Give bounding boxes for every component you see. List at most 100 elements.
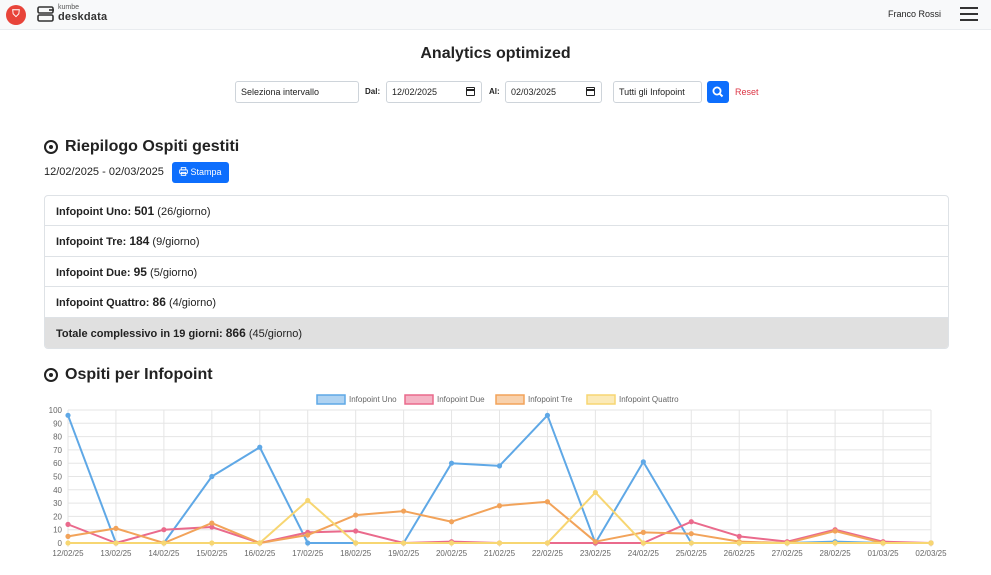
data-point bbox=[401, 508, 407, 514]
y-tick-label: 100 bbox=[49, 406, 63, 415]
x-tick-label: 16/02/25 bbox=[244, 549, 276, 558]
data-point bbox=[688, 540, 694, 546]
search-icon bbox=[712, 86, 724, 98]
legend-swatch bbox=[316, 394, 346, 405]
legend-swatch bbox=[404, 394, 434, 405]
data-point bbox=[544, 412, 551, 418]
data-point bbox=[448, 519, 455, 525]
data-point bbox=[209, 473, 215, 480]
range-select[interactable]: Seleziona intervallo bbox=[235, 81, 359, 103]
data-point bbox=[448, 460, 455, 466]
summary-title: Riepilogo Ospiti gestiti bbox=[65, 138, 240, 155]
data-point bbox=[113, 525, 119, 531]
row-rate: (9/giorno) bbox=[152, 236, 200, 249]
data-point bbox=[784, 540, 790, 546]
line-chart: 0 10 20 30 40 50 60 70 80 90 100 12/02/25 13/02/25 14… bbox=[49, 394, 947, 558]
summary-list: Infopoint Uno: 501 (26/giorno) Infopoint… bbox=[44, 195, 949, 349]
calendar-icon[interactable] bbox=[466, 87, 475, 96]
row-label: Infopoint Uno: bbox=[56, 206, 132, 218]
user-name[interactable]: Franco Rossi bbox=[888, 9, 941, 19]
data-point bbox=[544, 540, 551, 546]
row-value: 95 bbox=[133, 264, 147, 279]
y-tick-label: 40 bbox=[53, 486, 62, 495]
x-tick-label: 18/02/25 bbox=[340, 549, 372, 558]
data-point bbox=[113, 540, 119, 546]
row-label: Infopoint Due: bbox=[56, 266, 131, 279]
app-logo-icon[interactable]: ⛉ bbox=[6, 5, 26, 25]
data-point bbox=[257, 540, 263, 546]
list-item: Infopoint Due: 95 (5/giorno) bbox=[45, 257, 948, 288]
row-label: Infopoint Quattro: bbox=[56, 297, 150, 310]
row-value: 86 bbox=[152, 295, 166, 310]
data-point bbox=[640, 540, 646, 546]
data-point bbox=[65, 540, 71, 546]
data-point bbox=[161, 527, 167, 533]
to-date-input[interactable]: 02/03/2025 bbox=[505, 81, 602, 103]
data-point bbox=[353, 528, 359, 534]
print-button[interactable]: Stampa bbox=[172, 162, 229, 183]
data-point bbox=[688, 531, 694, 537]
menu-hamburger-icon[interactable] bbox=[960, 7, 978, 22]
print-label: Stampa bbox=[190, 167, 222, 177]
row-value: 501 bbox=[134, 204, 155, 218]
data-point bbox=[544, 499, 551, 505]
data-point bbox=[65, 412, 71, 418]
x-tick-label: 02/03/25 bbox=[915, 549, 947, 558]
x-tick-label: 21/02/25 bbox=[484, 549, 516, 558]
summary-heading: Riepilogo Ospiti gestiti bbox=[44, 138, 239, 156]
x-tick-label: 12/02/25 bbox=[52, 549, 84, 558]
y-tick-label: 0 bbox=[58, 539, 63, 548]
data-point bbox=[209, 520, 215, 526]
data-point bbox=[209, 540, 215, 546]
row-label: Infopoint Tre: bbox=[56, 236, 127, 249]
search-button[interactable] bbox=[707, 81, 729, 103]
data-point bbox=[305, 540, 311, 546]
data-point bbox=[353, 540, 359, 546]
data-point bbox=[401, 540, 407, 546]
infopoint-select[interactable]: Tutti gli Infopoint bbox=[613, 81, 702, 103]
data-point bbox=[640, 459, 646, 465]
navbar: ⛉ kumbe deskdata Franco Rossi bbox=[0, 0, 991, 30]
reset-link[interactable]: Reset bbox=[735, 87, 759, 97]
target-icon bbox=[44, 140, 58, 154]
data-point bbox=[496, 503, 503, 509]
x-tick-label: 17/02/25 bbox=[292, 549, 324, 558]
data-point bbox=[305, 532, 311, 538]
x-tick-label: 14/02/25 bbox=[148, 549, 180, 558]
y-tick-label: 10 bbox=[53, 526, 62, 535]
legend-label: Infopoint Uno bbox=[349, 395, 397, 404]
row-rate: (5/giorno) bbox=[150, 266, 198, 279]
to-label: Al: bbox=[489, 87, 500, 96]
y-tick-label: 70 bbox=[53, 446, 62, 455]
row-rate: (4/giorno) bbox=[168, 297, 217, 310]
calendar-icon[interactable] bbox=[586, 87, 595, 96]
data-point bbox=[832, 540, 838, 546]
data-point bbox=[448, 540, 455, 546]
y-tick-label: 60 bbox=[53, 459, 62, 468]
data-point bbox=[640, 529, 646, 535]
data-point bbox=[305, 497, 311, 504]
from-date-input[interactable]: 12/02/2025 bbox=[386, 81, 482, 103]
x-tick-label: 13/02/25 bbox=[100, 549, 132, 558]
data-point bbox=[496, 463, 503, 469]
x-tick-label: 24/02/25 bbox=[628, 549, 660, 558]
printer-icon bbox=[179, 167, 189, 176]
list-item: Infopoint Quattro: 86 (4/giorno) bbox=[45, 287, 948, 318]
list-item: Infopoint Tre: 184 (9/giorno) bbox=[45, 226, 948, 257]
x-tick-label: 25/02/25 bbox=[676, 549, 708, 558]
data-point bbox=[928, 540, 934, 546]
data-point bbox=[592, 489, 598, 496]
legend-swatch bbox=[495, 394, 525, 405]
from-label: Dal: bbox=[365, 87, 381, 96]
page-title: Analytics optimized bbox=[420, 45, 571, 62]
data-point bbox=[688, 519, 694, 525]
data-point bbox=[353, 512, 359, 518]
row-label: Totale complessivo in 19 giorni: bbox=[56, 327, 223, 340]
chart-heading: Ospiti per Infopoint bbox=[44, 366, 213, 384]
x-tick-label: 23/02/25 bbox=[580, 549, 612, 558]
data-point bbox=[65, 533, 71, 539]
data-point bbox=[161, 540, 167, 546]
y-tick-label: 30 bbox=[53, 499, 62, 508]
x-tick-label: 26/02/25 bbox=[724, 549, 756, 558]
y-tick-label: 80 bbox=[53, 433, 62, 442]
